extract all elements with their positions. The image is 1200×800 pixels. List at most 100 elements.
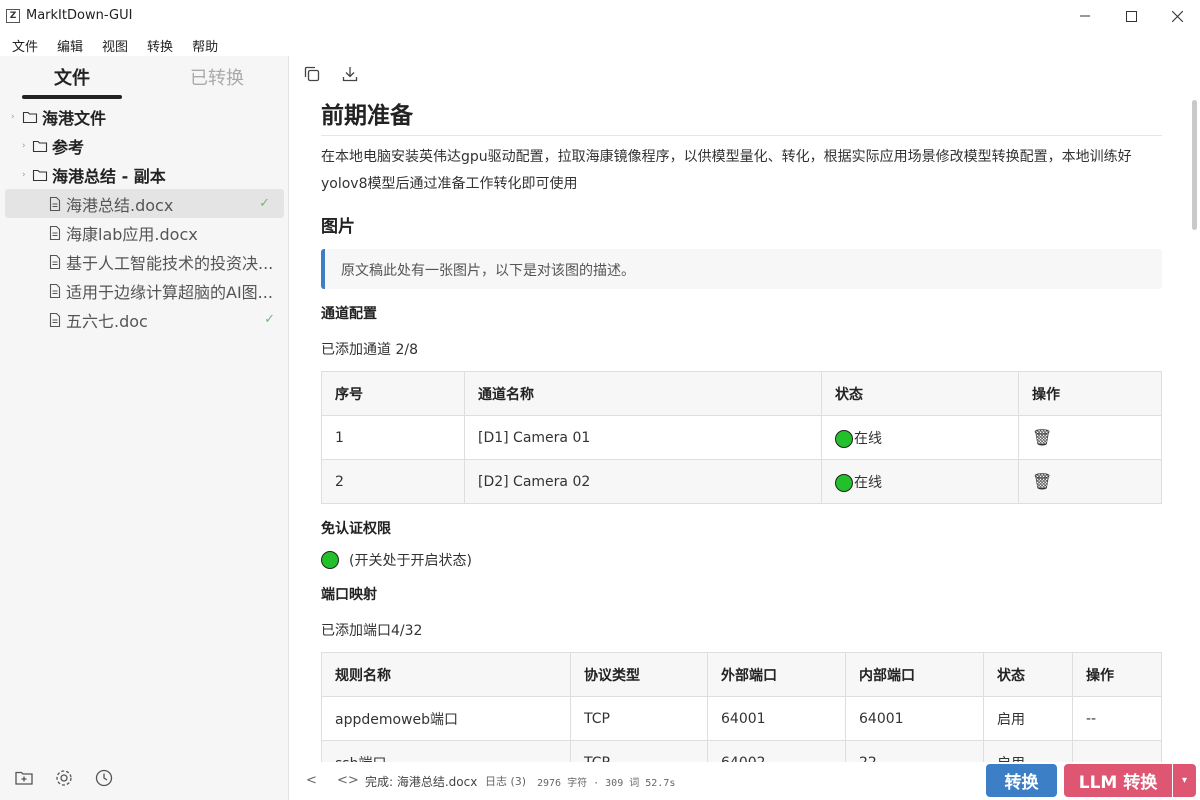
channel-table: 序号 通道名称 状态 操作 1 [D1] Camera 01 在线 🗑 2 [D… <box>321 371 1162 504</box>
maximize-button[interactable] <box>1108 0 1154 32</box>
table-header-row: 序号 通道名称 状态 操作 <box>321 371 1162 416</box>
table-cell: 22 <box>845 740 984 762</box>
close-button[interactable] <box>1154 0 1200 32</box>
table-header: 规则名称 <box>321 652 571 697</box>
toggle-on-icon <box>321 551 339 569</box>
vertical-scrollbar[interactable] <box>1192 100 1197 230</box>
tree-item-label: 海康lab应用.docx <box>66 224 198 244</box>
converted-check-icon: ✓ <box>264 312 275 327</box>
tree-file-ai-investment[interactable]: 基于人工智能技术的投资决... <box>0 247 289 276</box>
add-folder-icon[interactable] <box>14 768 34 788</box>
sidebar-tabs: 文件 已转换 <box>0 56 288 100</box>
settings-icon[interactable] <box>54 768 74 788</box>
table-cell: 启用 <box>983 740 1073 762</box>
markdown-preview: 前期准备 在本地电脑安装英伟达gpu驱动配置，拉取海康镜像程序，以供模型量化、转… <box>290 92 1188 762</box>
menu-file[interactable]: 文件 <box>0 32 45 56</box>
maximize-icon <box>1125 10 1137 22</box>
chevron-right-icon[interactable]: › <box>22 170 26 180</box>
auth-toggle-line: (开关处于开启状态) <box>321 550 1162 570</box>
tree-folder-summary-copy[interactable]: › 海港总结 - 副本 <box>0 160 289 189</box>
table-header: 状态 <box>983 652 1073 697</box>
folder-icon <box>22 111 38 123</box>
chevron-right-icon[interactable]: › <box>22 141 26 151</box>
table-cell: TCP <box>570 740 708 762</box>
log-link[interactable]: 日志 (3) <box>485 773 526 789</box>
table-cell: TCP <box>570 696 708 741</box>
active-tab-indicator <box>22 95 122 99</box>
tree-item-label: 海港文件 <box>42 108 107 128</box>
trash-icon[interactable]: 🗑 <box>1032 472 1052 491</box>
port-mapping-heading: 端口映射 <box>321 587 377 603</box>
page-title: 前期准备 <box>321 92 1162 136</box>
status-message: 完成: 海港总结.docx <box>365 775 478 789</box>
menu-help[interactable]: 帮助 <box>180 32 225 56</box>
copy-icon[interactable] <box>302 64 322 84</box>
port-table: 规则名称 协议类型 外部端口 内部端口 状态 操作 appdemoweb端口 T… <box>321 652 1162 762</box>
tree-item-label: 海港总结.docx <box>66 195 174 215</box>
table-row: 1 [D1] Camera 01 在线 🗑 <box>321 415 1162 460</box>
tree-item-label: 参考 <box>52 137 85 157</box>
tab-converted[interactable]: 已转换 <box>190 64 244 90</box>
table-cell: 🗑 <box>1018 459 1162 504</box>
table-header: 操作 <box>1018 371 1162 416</box>
image-description-quote: 原文稿此处有一张图片，以下是对该图的描述。 <box>321 249 1162 289</box>
auth-heading: 免认证权限 <box>321 521 391 537</box>
online-status-icon <box>835 473 853 492</box>
table-header: 状态 <box>821 371 1019 416</box>
tree-file-summary[interactable]: 海港总结.docx ✓ <box>5 189 284 218</box>
table-header: 协议类型 <box>570 652 708 697</box>
channel-count-text: 已添加通道 2/8 <box>321 342 418 358</box>
tab-files[interactable]: 文件 <box>54 64 90 90</box>
file-icon <box>49 225 61 240</box>
table-header: 内部端口 <box>845 652 984 697</box>
tree-item-label: 基于人工智能技术的投资决... <box>66 253 274 273</box>
tree-file-567[interactable]: 五六七.doc ✓ <box>0 305 289 334</box>
table-cell: 在线 <box>821 459 1019 504</box>
file-icon <box>49 312 61 327</box>
download-icon[interactable] <box>340 64 360 84</box>
source-view-button[interactable]: <> <box>337 773 359 788</box>
menu-view[interactable]: 视图 <box>90 32 135 56</box>
minimize-button[interactable] <box>1062 0 1108 32</box>
tree-item-label: 海港总结 - 副本 <box>52 166 166 186</box>
file-tree: › 海港文件 › 参考 › 海港总结 - 副本 海港总结.docx ✓ 海康la… <box>0 102 289 334</box>
collapse-sidebar-button[interactable]: < <box>306 773 317 788</box>
auth-status-text: (开关处于开启状态) <box>349 553 472 569</box>
convert-button[interactable]: 转换 <box>986 764 1057 797</box>
table-header: 操作 <box>1072 652 1162 697</box>
status-text: 在线 <box>854 430 882 447</box>
channel-config-heading: 通道配置 <box>321 306 377 322</box>
chevron-right-icon[interactable]: › <box>11 112 15 122</box>
table-cell: 在线 <box>821 415 1019 460</box>
history-icon[interactable] <box>94 768 114 788</box>
llm-convert-button[interactable]: LLM 转换 <box>1064 764 1172 797</box>
trash-icon[interactable]: 🗑 <box>1032 428 1052 447</box>
tree-folder-reference[interactable]: › 参考 <box>0 131 289 160</box>
online-status-icon <box>835 429 853 448</box>
table-cell: [D1] Camera 01 <box>464 415 822 460</box>
tree-folder-haigang[interactable]: › 海港文件 <box>0 102 289 131</box>
table-header: 通道名称 <box>464 371 822 416</box>
document-stats: 2976 字符 · 309 词 52.7s <box>537 778 676 789</box>
status-bar: < <> 完成: 海港总结.docx 日志 (3) 2976 字符 · 309 … <box>290 762 1200 800</box>
table-cell: 1 <box>321 415 465 460</box>
sidebar: 文件 已转换 › 海港文件 › 参考 › 海港总结 - 副本 海港总结.docx… <box>0 56 289 800</box>
menu-convert[interactable]: 转换 <box>135 32 180 56</box>
menu-edit[interactable]: 编辑 <box>45 32 90 56</box>
llm-options-dropdown[interactable]: ▾ <box>1173 764 1196 797</box>
table-cell: appdemoweb端口 <box>321 696 571 741</box>
port-count-text: 已添加端口4/32 <box>321 623 423 639</box>
table-row: ssh端口 TCP 64002 22 启用 -- <box>321 740 1162 762</box>
chevron-down-icon: ▾ <box>1181 775 1188 786</box>
tree-file-edge-ai[interactable]: 适用于边缘计算超脑的AI图... <box>0 276 289 305</box>
close-icon <box>1171 10 1183 22</box>
tree-item-label: 五六七.doc <box>66 311 148 331</box>
content-toolbar <box>290 56 1200 92</box>
table-cell: 2 <box>321 459 465 504</box>
tree-file-hikvision-lab[interactable]: 海康lab应用.docx <box>0 218 289 247</box>
table-row: appdemoweb端口 TCP 64001 64001 启用 -- <box>321 696 1162 741</box>
converted-check-icon: ✓ <box>259 196 270 211</box>
menu-bar: 文件 编辑 视图 转换 帮助 <box>0 32 1200 56</box>
file-icon <box>49 283 61 298</box>
tree-item-label: 适用于边缘计算超脑的AI图... <box>66 282 273 302</box>
